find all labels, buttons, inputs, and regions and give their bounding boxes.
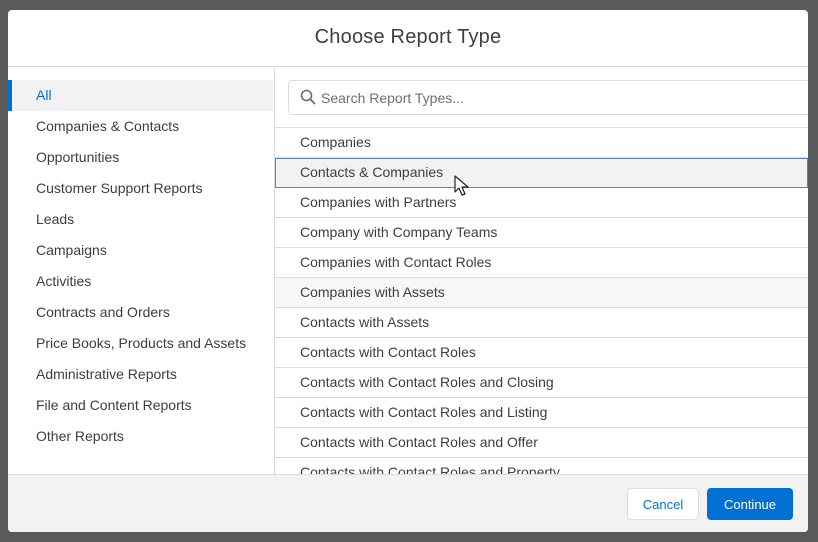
report-type-item-companies[interactable]: Companies xyxy=(275,128,808,158)
sidebar-item-administrative-reports[interactable]: Administrative Reports xyxy=(8,359,274,390)
sidebar-item-price-books-products-assets[interactable]: Price Books, Products and Assets xyxy=(8,328,274,359)
report-type-item-contacts-with-contact-roles-closing[interactable]: Contacts with Contact Roles and Closing xyxy=(275,368,808,398)
continue-button[interactable]: Continue xyxy=(707,488,793,520)
modal-header: Choose Report Type xyxy=(8,10,808,67)
sidebar-item-campaigns[interactable]: Campaigns xyxy=(8,235,274,266)
modal-title: Choose Report Type xyxy=(314,26,502,48)
modal-footer: Cancel Continue xyxy=(8,474,808,532)
report-type-item-contacts-with-contact-roles-property[interactable]: Contacts with Contact Roles and Property xyxy=(275,458,808,474)
report-type-item-contacts-with-assets[interactable]: Contacts with Assets xyxy=(275,308,808,338)
report-type-item-companies-with-contact-roles[interactable]: Companies with Contact Roles xyxy=(275,248,808,278)
sidebar-item-other-reports[interactable]: Other Reports xyxy=(8,421,274,452)
sidebar-item-leads[interactable]: Leads xyxy=(8,204,274,235)
report-type-item-contacts-with-contact-roles-listing[interactable]: Contacts with Contact Roles and Listing xyxy=(275,398,808,428)
search-box xyxy=(288,80,808,115)
sidebar-item-companies-contacts[interactable]: Companies & Contacts xyxy=(8,111,274,142)
sidebar-item-opportunities[interactable]: Opportunities xyxy=(8,142,274,173)
category-sidebar: All Companies & Contacts Opportunities C… xyxy=(8,68,275,474)
cancel-button[interactable]: Cancel xyxy=(627,488,699,520)
search-icon xyxy=(300,89,316,105)
choose-report-type-modal: Choose Report Type All Companies & Conta… xyxy=(8,10,808,532)
report-type-item-contacts-companies[interactable]: Contacts & Companies xyxy=(275,158,808,188)
sidebar-item-all[interactable]: All xyxy=(8,80,274,111)
report-type-panel: Companies Contacts & Companies Companies… xyxy=(275,68,808,474)
sidebar-item-customer-support-reports[interactable]: Customer Support Reports xyxy=(8,173,274,204)
report-type-item-companies-with-assets[interactable]: Companies with Assets xyxy=(275,278,808,308)
search-input[interactable] xyxy=(321,81,801,114)
sidebar-item-contracts-orders[interactable]: Contracts and Orders xyxy=(8,297,274,328)
report-type-item-contacts-with-contact-roles-offer[interactable]: Contacts with Contact Roles and Offer xyxy=(275,428,808,458)
report-type-item-company-with-company-teams[interactable]: Company with Company Teams xyxy=(275,218,808,248)
sidebar-item-activities[interactable]: Activities xyxy=(8,266,274,297)
report-type-item-companies-with-partners[interactable]: Companies with Partners xyxy=(275,188,808,218)
report-type-item-contacts-with-contact-roles[interactable]: Contacts with Contact Roles xyxy=(275,338,808,368)
sidebar-item-file-content-reports[interactable]: File and Content Reports xyxy=(8,390,274,421)
